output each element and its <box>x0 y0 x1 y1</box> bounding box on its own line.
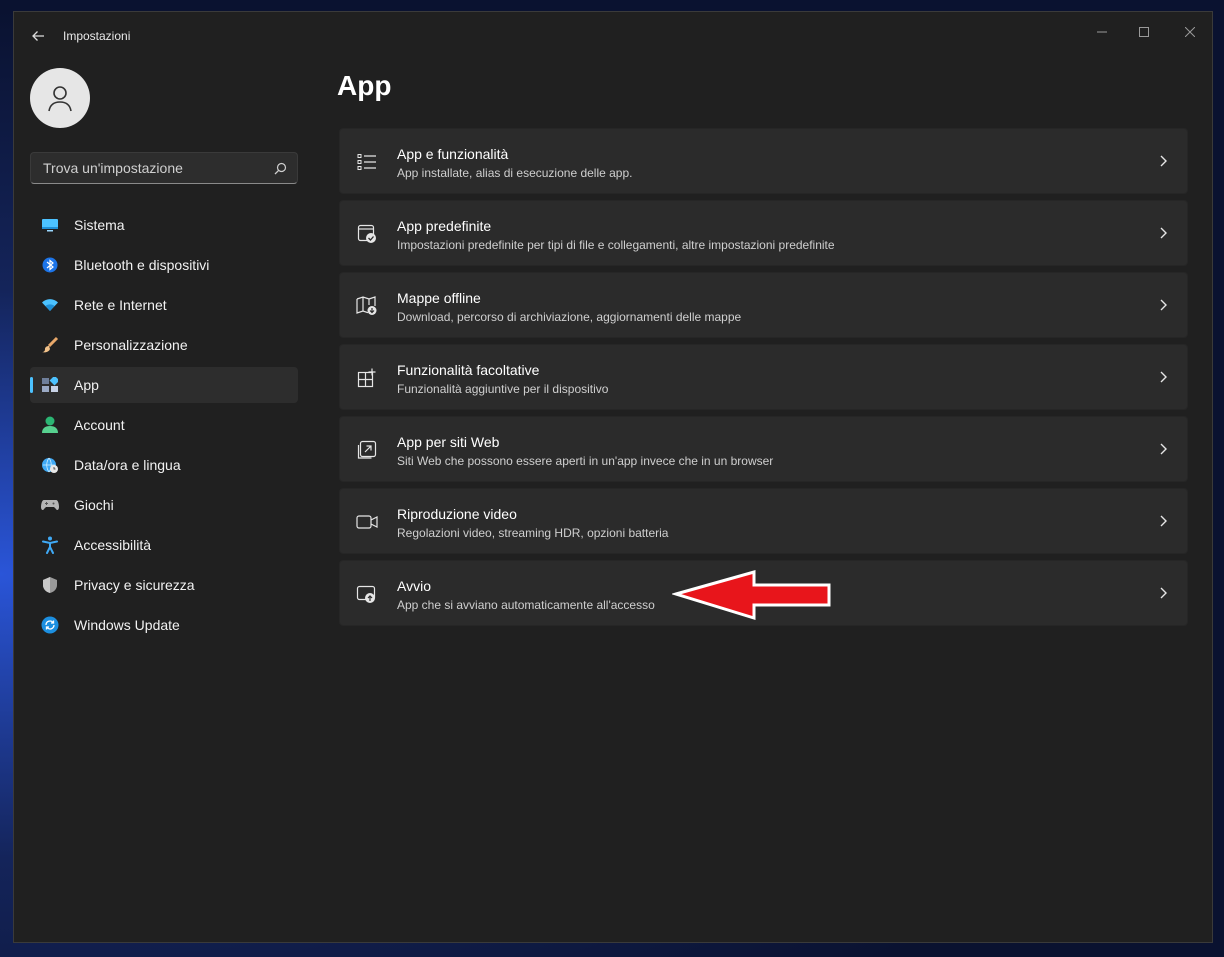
card-title: App per siti Web <box>397 434 500 450</box>
close-button[interactable] <box>1168 18 1212 46</box>
sidebar-item-privacy[interactable]: Privacy e sicurezza <box>30 567 298 603</box>
maximize-button[interactable] <box>1122 18 1166 46</box>
person-icon <box>41 416 59 434</box>
sidebar-item-account[interactable]: Account <box>30 407 298 443</box>
optional-features-icon <box>356 367 378 389</box>
bluetooth-icon <box>41 256 59 274</box>
sidebar-item-data-ora[interactable]: Data/ora e lingua <box>30 447 298 483</box>
card-subtitle: Impostazioni predefinite per tipi di fil… <box>397 238 835 252</box>
card-subtitle: Regolazioni video, streaming HDR, opzion… <box>397 526 669 540</box>
globe-clock-icon <box>41 456 59 474</box>
sidebar-item-accessibilita[interactable]: Accessibilità <box>30 527 298 563</box>
search-input[interactable] <box>41 159 274 177</box>
chevron-right-icon <box>1160 299 1167 311</box>
card-subtitle: App installate, alias di esecuzione dell… <box>397 166 633 180</box>
sidebar-item-label: Data/ora e lingua <box>74 457 181 473</box>
settings-cards: App e funzionalità App installate, alias… <box>339 128 1188 632</box>
apps-icon <box>41 376 59 394</box>
card-mappe-offline[interactable]: Mappe offline Download, percorso di arch… <box>339 272 1188 338</box>
card-subtitle: Download, percorso di archiviazione, agg… <box>397 310 742 324</box>
card-subtitle: App che si avviano automaticamente all'a… <box>397 598 655 612</box>
sidebar-item-bluetooth[interactable]: Bluetooth e dispositivi <box>30 247 298 283</box>
sidebar-item-label: App <box>74 377 99 393</box>
avatar[interactable] <box>30 68 90 128</box>
sidebar-item-label: Bluetooth e dispositivi <box>74 257 210 273</box>
sidebar-item-label: Sistema <box>74 217 125 233</box>
update-icon <box>41 616 59 634</box>
sidebar-item-rete[interactable]: Rete e Internet <box>30 287 298 323</box>
chevron-right-icon <box>1160 515 1167 527</box>
window-title: Impostazioni <box>63 29 131 43</box>
card-title: Funzionalità facoltative <box>397 362 540 378</box>
card-app-per-siti-web[interactable]: App per siti Web Siti Web che possono es… <box>339 416 1188 482</box>
close-icon <box>1185 27 1195 37</box>
paintbrush-icon <box>41 336 59 354</box>
card-title: App predefinite <box>397 218 492 234</box>
offline-map-icon <box>356 295 378 317</box>
startup-icon <box>356 583 378 605</box>
main-content: App App e funzionalità App installate, a… <box>337 58 1188 942</box>
minimize-icon <box>1097 31 1107 33</box>
sidebar-item-giochi[interactable]: Giochi <box>30 487 298 523</box>
sidebar-item-label: Windows Update <box>74 617 180 633</box>
sidebar-item-label: Personalizzazione <box>74 337 188 353</box>
title-bar: Impostazioni <box>14 12 1212 58</box>
sidebar-item-sistema[interactable]: Sistema <box>30 207 298 243</box>
card-title: Mappe offline <box>397 290 481 306</box>
chevron-right-icon <box>1160 227 1167 239</box>
card-title: Avvio <box>397 578 431 594</box>
shield-icon <box>41 576 59 594</box>
sidebar-item-label: Rete e Internet <box>74 297 167 313</box>
minimize-button[interactable] <box>1080 18 1124 46</box>
chevron-right-icon <box>1160 371 1167 383</box>
sidebar-item-app[interactable]: App <box>30 367 298 403</box>
page-title: App <box>337 70 392 101</box>
card-app-e-funzionalita[interactable]: App e funzionalità App installate, alias… <box>339 128 1188 194</box>
accessibility-icon <box>41 536 59 554</box>
chevron-right-icon <box>1160 155 1167 167</box>
card-subtitle: Funzionalità aggiuntive per il dispositi… <box>397 382 609 396</box>
card-app-predefinite[interactable]: App predefinite Impostazioni predefinite… <box>339 200 1188 266</box>
back-arrow-icon <box>32 31 44 41</box>
card-funzionalita-facoltative[interactable]: Funzionalità facoltative Funzionalità ag… <box>339 344 1188 410</box>
gamepad-icon <box>41 496 59 514</box>
user-icon <box>48 86 72 112</box>
monitor-icon <box>41 216 59 234</box>
sidebar-item-label: Account <box>74 417 125 433</box>
back-button[interactable] <box>26 24 50 48</box>
search-icon[interactable] <box>274 162 287 175</box>
sidebar-item-label: Giochi <box>74 497 114 513</box>
card-title: App e funzionalità <box>397 146 509 162</box>
chevron-right-icon <box>1160 587 1167 599</box>
default-apps-icon <box>356 223 378 245</box>
maximize-icon <box>1139 27 1149 37</box>
sidebar-nav: Sistema Bluetooth e dispositivi Rete e I… <box>30 207 298 647</box>
chevron-right-icon <box>1160 443 1167 455</box>
sidebar-item-label: Privacy e sicurezza <box>74 577 195 593</box>
settings-window: Impostazioni Sistema Bluetooth e disposi… <box>13 11 1213 943</box>
search-box[interactable] <box>30 152 298 184</box>
card-riproduzione-video[interactable]: Riproduzione video Regolazioni video, st… <box>339 488 1188 554</box>
card-title: Riproduzione video <box>397 506 517 522</box>
sidebar: Sistema Bluetooth e dispositivi Rete e I… <box>14 58 314 942</box>
sidebar-item-label: Accessibilità <box>74 537 152 553</box>
annotation-arrow <box>672 570 831 621</box>
app-list-icon <box>356 151 378 173</box>
sidebar-item-windows-update[interactable]: Windows Update <box>30 607 298 643</box>
wifi-icon <box>41 296 59 314</box>
website-apps-icon <box>356 439 378 461</box>
card-subtitle: Siti Web che possono essere aperti in un… <box>397 454 774 468</box>
sidebar-item-personalizzazione[interactable]: Personalizzazione <box>30 327 298 363</box>
video-camera-icon <box>356 511 378 533</box>
